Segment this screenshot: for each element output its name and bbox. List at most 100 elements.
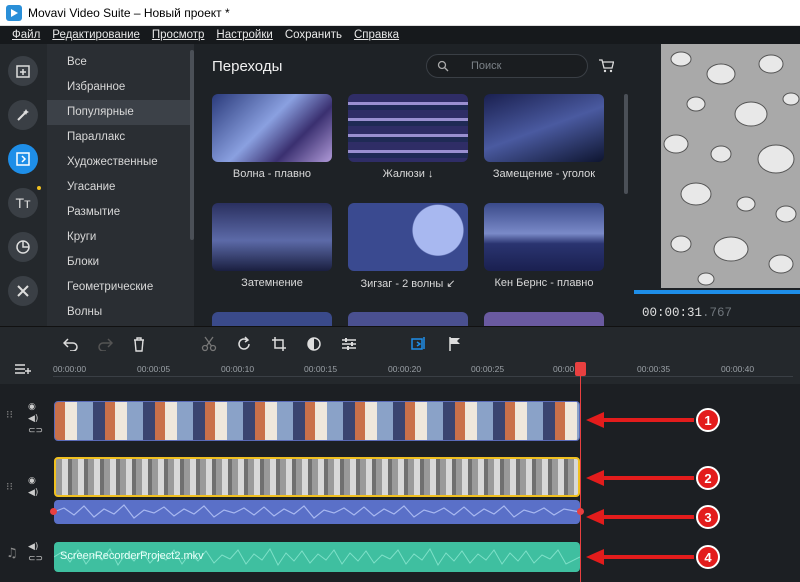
video-clip[interactable] — [54, 401, 580, 441]
menu-edit[interactable]: Редактирование — [52, 29, 140, 41]
edit-toolbar — [0, 326, 800, 360]
preview-timecode: 00:00:31.767 — [642, 306, 732, 320]
audio-clip[interactable]: ScreenRecorderProject2.mkv — [54, 542, 580, 572]
transition-thumbnail[interactable] — [212, 203, 332, 271]
search-input[interactable]: Поиск — [426, 54, 588, 78]
overlay-audio-clip[interactable] — [54, 500, 580, 524]
rotate-icon[interactable] — [235, 335, 253, 353]
menu-view[interactable]: Просмотр — [152, 29, 205, 41]
speaker-icon[interactable]: ◀) — [28, 488, 38, 498]
redo-icon[interactable] — [96, 335, 114, 353]
add-track-icon[interactable] — [14, 362, 32, 378]
tools-sidebar: Tт — [0, 44, 47, 326]
ruler-tick-label: 00:00:35 — [637, 364, 671, 374]
new-badge-dot — [37, 186, 41, 190]
category-item[interactable]: Геометрические — [47, 275, 194, 300]
link-icon[interactable]: ⊂⊃ — [28, 554, 43, 564]
search-icon — [437, 60, 449, 72]
stickers-icon[interactable] — [8, 232, 38, 262]
crop-icon[interactable] — [270, 335, 288, 353]
transition-thumbnail[interactable] — [348, 94, 468, 162]
category-item[interactable]: Круги — [47, 225, 194, 250]
menu-file[interactable]: Файл — [12, 29, 40, 41]
transition-thumbnail[interactable] — [484, 94, 604, 162]
store-cart-icon[interactable] — [598, 58, 615, 77]
category-item[interactable]: Параллакс — [47, 125, 194, 150]
transition-label: Зигзаг - 2 волны ↙ — [360, 278, 456, 290]
search-placeholder: Поиск — [471, 60, 502, 72]
category-item[interactable]: Все — [47, 50, 194, 75]
clip-properties-icon[interactable] — [340, 335, 358, 353]
fade-handle[interactable] — [50, 508, 57, 515]
transitions-icon[interactable] — [8, 144, 38, 174]
ruler-tick-label: 00:00:15 — [304, 364, 338, 374]
visibility-eye-icon[interactable]: ◉ — [28, 402, 36, 412]
category-item[interactable]: Избранное — [47, 75, 194, 100]
callout-badge: 4 — [696, 545, 720, 569]
gallery-scrollbar[interactable] — [624, 94, 628, 194]
preview-panel: 00:00:31.767 — [634, 44, 800, 326]
category-list: Все Избранное Популярные Параллакс Худож… — [47, 44, 194, 326]
callout-badge: 2 — [696, 466, 720, 490]
transition-label: Жалюзи ↓ — [382, 168, 434, 180]
timeline-ruler[interactable]: 00:00:00 00:00:05 00:00:10 00:00:15 00:0… — [0, 360, 800, 384]
preview-image — [661, 44, 800, 288]
ruler-tick-label: 00:00:25 — [471, 364, 505, 374]
titles-icon[interactable]: Tт — [8, 188, 38, 218]
playhead-handle[interactable] — [575, 362, 586, 376]
ruler-line — [53, 376, 793, 377]
transition-label: Кен Бернс - плавно — [494, 277, 594, 289]
transition-label: Затемнение — [241, 277, 303, 289]
timeline: ⁝⁝ ◉ ◀) ⊂⊃ ⁝⁝ ◉ ◀) ♫ ◀) ⊂⊃ ScreenRecorde… — [0, 374, 800, 582]
category-item[interactable]: Художественные — [47, 150, 194, 175]
audio-clip-name: ScreenRecorderProject2.mkv — [60, 550, 204, 562]
menu-help[interactable]: Справка — [354, 29, 399, 41]
speaker-icon[interactable]: ◀) — [28, 414, 38, 424]
transition-wizard-icon[interactable] — [410, 335, 428, 353]
gallery-title: Переходы — [212, 58, 283, 75]
ruler-tick-label: 00:00:00 — [53, 364, 87, 374]
window-titlebar: Movavi Video Suite – Новый проект * — [0, 0, 800, 26]
ruler-tick-label: 00:00:40 — [721, 364, 755, 374]
menu-bar: Файл Редактирование Просмотр Настройки С… — [0, 26, 800, 44]
undo-icon[interactable] — [62, 335, 80, 353]
video-track-icon: ⁝⁝ — [6, 408, 13, 421]
speaker-icon[interactable]: ◀) — [28, 542, 38, 552]
category-item[interactable]: Блоки — [47, 250, 194, 275]
app-logo-icon — [6, 4, 22, 21]
ruler-tick-label: 00:00:20 — [388, 364, 422, 374]
music-note-icon: ♫ — [6, 546, 18, 561]
overlay-clip-selected[interactable] — [54, 457, 580, 497]
transitions-gallery: Переходы Поиск Волна - плавно Жалюзи ↓ З… — [194, 44, 634, 326]
transition-thumbnail[interactable] — [212, 94, 332, 162]
ruler-tick-label: 00:00:10 — [221, 364, 255, 374]
transition-thumbnail[interactable] — [484, 312, 604, 326]
delete-icon[interactable] — [130, 335, 148, 353]
marker-flag-icon[interactable] — [446, 335, 464, 353]
visibility-eye-icon[interactable]: ◉ — [28, 476, 36, 486]
tools-icon[interactable] — [8, 276, 38, 306]
category-item[interactable]: Волны — [47, 300, 194, 325]
cut-icon[interactable] — [200, 335, 218, 353]
menu-save[interactable]: Сохранить — [285, 29, 342, 41]
transition-thumbnail[interactable] — [484, 203, 604, 271]
category-item-selected[interactable]: Популярные — [47, 100, 194, 125]
magic-wand-icon[interactable] — [8, 100, 38, 130]
import-icon[interactable] — [8, 56, 38, 86]
category-item[interactable]: Размытие — [47, 200, 194, 225]
preview-progress-bar[interactable] — [634, 290, 800, 294]
video-track-icon: ⁝⁝ — [6, 480, 13, 493]
transition-label: Замещение - уголок — [492, 168, 596, 180]
playhead-line — [580, 374, 581, 582]
menu-settings[interactable]: Настройки — [216, 29, 272, 41]
timecode-ms: .767 — [702, 306, 733, 320]
color-adjust-icon[interactable] — [305, 335, 323, 353]
callout-badge: 3 — [696, 505, 720, 529]
transition-thumbnail[interactable] — [212, 312, 332, 326]
transition-label: Волна - плавно — [232, 168, 312, 180]
category-item[interactable]: Угасание — [47, 175, 194, 200]
link-icon[interactable]: ⊂⊃ — [28, 426, 43, 436]
transition-thumbnail[interactable] — [348, 203, 468, 271]
transition-thumbnail[interactable] — [348, 312, 468, 326]
window-title: Movavi Video Suite – Новый проект * — [28, 5, 230, 20]
